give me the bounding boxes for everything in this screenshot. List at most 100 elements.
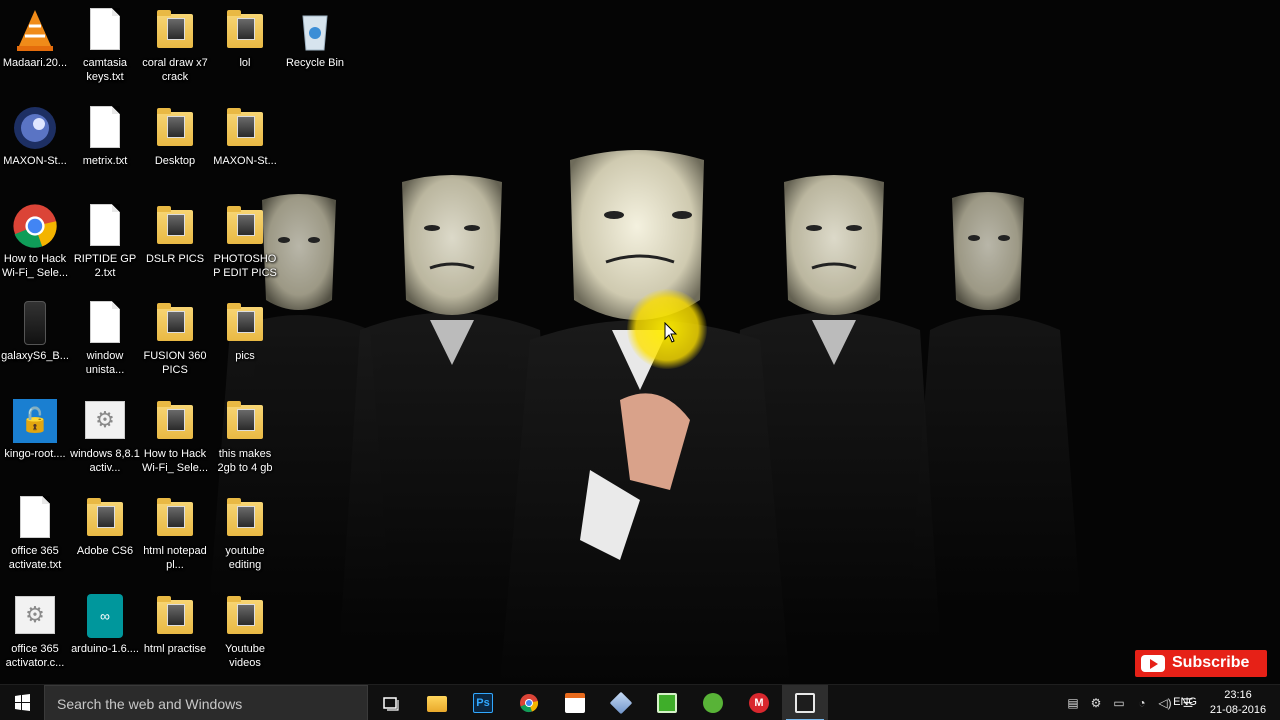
taskbar-chrome[interactable] <box>506 685 552 720</box>
desktop-icon-label: Desktop <box>154 155 196 167</box>
folder-icon-part <box>227 596 263 634</box>
folder-icon-part <box>87 498 123 536</box>
taskbar-photoshop[interactable]: Ps <box>460 685 506 720</box>
folder-icon-part <box>237 214 255 236</box>
taskbar-virtualbox[interactable] <box>598 685 644 720</box>
desktop-icon[interactable]: html practise <box>140 586 210 676</box>
desktop-icon[interactable]: metrix.txt <box>70 98 140 188</box>
folder-icon <box>221 202 269 250</box>
phone-icon <box>11 299 59 347</box>
file-explorer-icon <box>427 696 447 712</box>
folder-icon <box>151 299 199 347</box>
kingo-icon-part: 🔓 <box>13 399 57 443</box>
desktop-icon[interactable]: ∞ arduino-1.6.... <box>70 586 140 676</box>
folder-icon <box>221 299 269 347</box>
desktop-icon[interactable]: lol <box>210 0 280 90</box>
desktop-icon[interactable]: window unista... <box>70 293 140 383</box>
desktop-icon-label: How to Hack Wi-Fi_ Sele... <box>1 253 68 279</box>
folder-icon <box>151 494 199 542</box>
taskbar-camtasia[interactable] <box>644 685 690 720</box>
folder-icon <box>221 6 269 54</box>
folder-icon <box>151 104 199 152</box>
desktop-icon[interactable]: How to Hack Wi-Fi_ Sele... <box>0 196 70 286</box>
language-indicator[interactable]: ENG <box>1173 696 1197 708</box>
taskbar-foxit[interactable] <box>552 685 598 720</box>
folder-icon <box>151 6 199 54</box>
desktop-icon[interactable]: camtasia keys.txt <box>70 0 140 90</box>
desktop-icon[interactable]: DSLR PICS <box>140 196 210 286</box>
camtasia-recorder-icon <box>795 693 815 713</box>
desktop-icon-label: Youtube videos <box>225 643 265 669</box>
desktop-icon[interactable]: ⚙ windows 8,8.1 activ... <box>70 391 140 481</box>
desktop-icon[interactable]: galaxyS6_B... <box>0 293 70 383</box>
desktop-icon-label: PHOTOSHOP EDIT PICS <box>213 253 277 279</box>
desktop-icon[interactable]: MAXON-St... <box>0 98 70 188</box>
clock-date: 21-08-2016 <box>1209 704 1267 716</box>
mouse-pointer-icon <box>664 322 678 343</box>
utorrent-icon <box>703 693 723 713</box>
kingo-icon: 🔓 <box>11 397 59 445</box>
chrome-icon <box>520 694 539 713</box>
desktop-icon-label: Recycle Bin <box>285 57 345 69</box>
desktop-icon[interactable]: Youtube videos <box>210 586 280 676</box>
folder-icon-part <box>167 116 185 138</box>
desktop-icon[interactable]: PHOTOSHOP EDIT PICS <box>210 196 280 286</box>
desktop-icon[interactable]: RIPTIDE GP 2.txt <box>70 196 140 286</box>
task-view-button[interactable] <box>368 685 414 720</box>
folder-icon <box>221 397 269 445</box>
vlc-icon-part <box>19 10 51 46</box>
wifi-icon[interactable]: ◔ <box>1134 695 1150 711</box>
taskbar-utorrent[interactable] <box>690 685 736 720</box>
folder-icon <box>81 494 129 542</box>
desktop-icon-label: MAXON-St... <box>3 155 67 167</box>
folder-icon-part <box>97 506 115 528</box>
desktop-icon[interactable]: pics <box>210 293 280 383</box>
youtube-play-icon <box>1141 655 1165 672</box>
taskbar-camtasia-recorder[interactable] <box>782 685 828 720</box>
folder-icon-part <box>157 401 193 439</box>
folder-icon <box>151 202 199 250</box>
cinema4d-icon-part <box>33 118 45 130</box>
desktop-icon[interactable]: MAXON-St... <box>210 98 280 188</box>
mega-icon: M <box>749 693 769 713</box>
desktop-icon[interactable]: coral draw x7 crack <box>140 0 210 90</box>
chrome-icon-part <box>27 218 43 234</box>
desktop-icon[interactable]: Desktop <box>140 98 210 188</box>
battery-icon[interactable]: ▭ <box>1111 695 1127 711</box>
desktop-icon[interactable]: office 365 activate.txt <box>0 488 70 578</box>
desktop-icon[interactable]: ⚙ office 365 activator.c... <box>0 586 70 676</box>
folder-icon <box>151 592 199 640</box>
folder-icon-part <box>237 506 255 528</box>
desktop-icon[interactable]: youtube editing <box>210 488 280 578</box>
taskbar-mega[interactable]: M <box>736 685 782 720</box>
folder-icon-part <box>227 206 263 244</box>
recycle-icon-part <box>302 15 328 51</box>
desktop-icon[interactable]: html notepad pl... <box>140 488 210 578</box>
folder-icon-part <box>157 498 193 536</box>
folder-icon-part <box>237 604 255 626</box>
system-tray: ▤ ⚙ ▭ ◔ ◁) ☰ ENG 23:16 21-08-2016 <box>1030 685 1280 720</box>
desktop-icon[interactable]: this makes 2gb to 4 gb <box>210 391 280 481</box>
folder-icon-part <box>167 604 185 626</box>
desktop-icon[interactable]: Recycle Bin <box>280 0 350 90</box>
folder-icon-part <box>157 303 193 341</box>
desktop-icon[interactable]: 🔓 kingo-root.... <box>0 391 70 481</box>
desktop-icon-label: html notepad pl... <box>143 545 207 571</box>
subscribe-button[interactable]: Subscribe <box>1135 650 1267 677</box>
desktop-icon[interactable]: How to Hack Wi-Fi_ Sele... <box>140 391 210 481</box>
taskbar-file-explorer[interactable] <box>414 685 460 720</box>
desktop-icon[interactable]: Madaari.20... <box>0 0 70 90</box>
folder-icon-part <box>237 311 255 333</box>
desktop-icon[interactable]: Adobe CS6 <box>70 488 140 578</box>
start-button[interactable] <box>0 685 44 720</box>
search-input[interactable]: Search the web and Windows <box>44 685 368 720</box>
volume-icon[interactable]: ◁) <box>1157 695 1173 711</box>
desktop-icon[interactable]: FUSION 360 PICS <box>140 293 210 383</box>
tray-overflow-icon[interactable]: ▤ <box>1065 695 1081 711</box>
clock[interactable]: 23:16 21-08-2016 <box>1208 688 1268 718</box>
vlc-icon <box>11 6 59 54</box>
search-placeholder: Search the web and Windows <box>57 696 243 712</box>
tray-network-adapter-icon[interactable]: ⚙ <box>1088 695 1104 711</box>
desktop-icon-label: office 365 activate.txt <box>8 545 62 571</box>
subscribe-label: Subscribe <box>1172 654 1250 671</box>
